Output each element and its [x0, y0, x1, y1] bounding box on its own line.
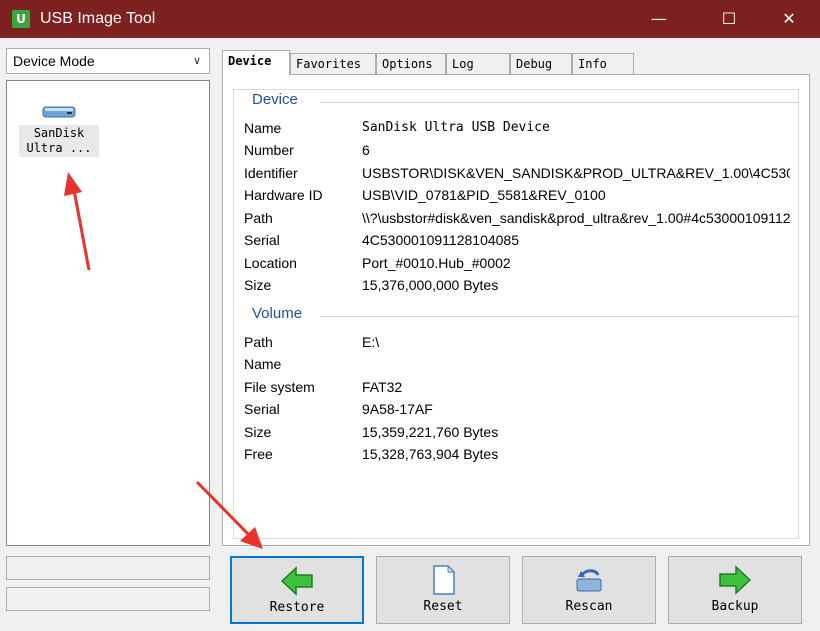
device-label: SanDisk Ultra ... — [19, 125, 99, 157]
rescan-label: Rescan — [565, 599, 613, 614]
app-icon: U — [12, 10, 30, 28]
usb-drive-icon — [42, 106, 76, 118]
minimize-button[interactable]: — — [636, 0, 682, 38]
prop-row: Name — [244, 356, 282, 372]
restore-button[interactable]: Restore — [230, 556, 364, 624]
arrow-right-icon — [719, 565, 752, 595]
mode-dropdown[interactable]: Device Mode ∨ — [6, 48, 210, 74]
tab-info[interactable]: Info — [572, 53, 634, 74]
refresh-icon — [576, 569, 602, 592]
section-divider — [320, 316, 798, 317]
restore-label: Restore — [269, 600, 325, 615]
backup-button[interactable]: Backup — [668, 556, 802, 624]
tab-favorites[interactable]: Favorites — [290, 53, 376, 74]
prop-row: Location Port_#0010.Hub_#0002 — [244, 255, 511, 271]
prop-row: Name SanDisk Ultra USB Device — [244, 120, 550, 136]
prop-row: File system FAT32 — [244, 379, 403, 395]
tab-log[interactable]: Log — [446, 53, 510, 74]
tab-device[interactable]: Device — [222, 50, 290, 75]
prop-row: Serial 9A58-17AF — [244, 401, 433, 417]
prop-row: Path \\?\usbstor#disk&ven_sandisk&prod_ul… — [244, 210, 790, 226]
reset-button[interactable]: Reset — [376, 556, 510, 624]
properties-group: Device Name SanDisk Ultra USB Device Numb… — [233, 89, 799, 539]
section-divider — [320, 102, 798, 103]
chevron-down-icon: ∨ — [192, 55, 201, 67]
document-icon — [433, 565, 456, 595]
backup-label: Backup — [711, 599, 759, 614]
window-title: USB Image Tool — [40, 10, 156, 27]
prop-row: Size 15,376,000,000 Bytes — [244, 277, 499, 293]
status-field — [6, 556, 210, 580]
progress-bar — [6, 587, 210, 611]
device-item[interactable]: SanDisk Ultra ... — [19, 103, 99, 157]
device-section-header: Device — [252, 91, 298, 108]
reset-label: Reset — [423, 599, 463, 614]
prop-row: Serial 4C530001091128104085 — [244, 232, 520, 248]
prop-row: Number 6 — [244, 142, 370, 158]
close-button[interactable]: ✕ — [766, 0, 812, 38]
tab-options[interactable]: Options — [376, 53, 446, 74]
device-list[interactable]: SanDisk Ultra ... — [6, 80, 210, 546]
prop-row: Size 15,359,221,760 Bytes — [244, 424, 499, 440]
rescan-button[interactable]: Rescan — [522, 556, 656, 624]
tab-debug[interactable]: Debug — [510, 53, 572, 74]
mode-dropdown-value: Device Mode — [13, 53, 95, 69]
prop-row: Path E:\ — [244, 334, 380, 350]
volume-section-header: Volume — [252, 305, 303, 322]
prop-row: Hardware ID USB\VID_0781&PID_5581&REV_010… — [244, 187, 606, 203]
prop-row: Identifier USBSTOR\DISK&VEN_SANDISK&PROD_… — [244, 165, 790, 181]
prop-row: Free 15,328,763,904 Bytes — [244, 446, 499, 462]
device-tab-panel: Device Name SanDisk Ultra USB Device Numb… — [222, 74, 810, 546]
title-bar: U USB Image Tool — ☐ ✕ — [0, 0, 820, 38]
arrow-left-icon — [280, 566, 313, 596]
maximize-button[interactable]: ☐ — [706, 0, 752, 38]
